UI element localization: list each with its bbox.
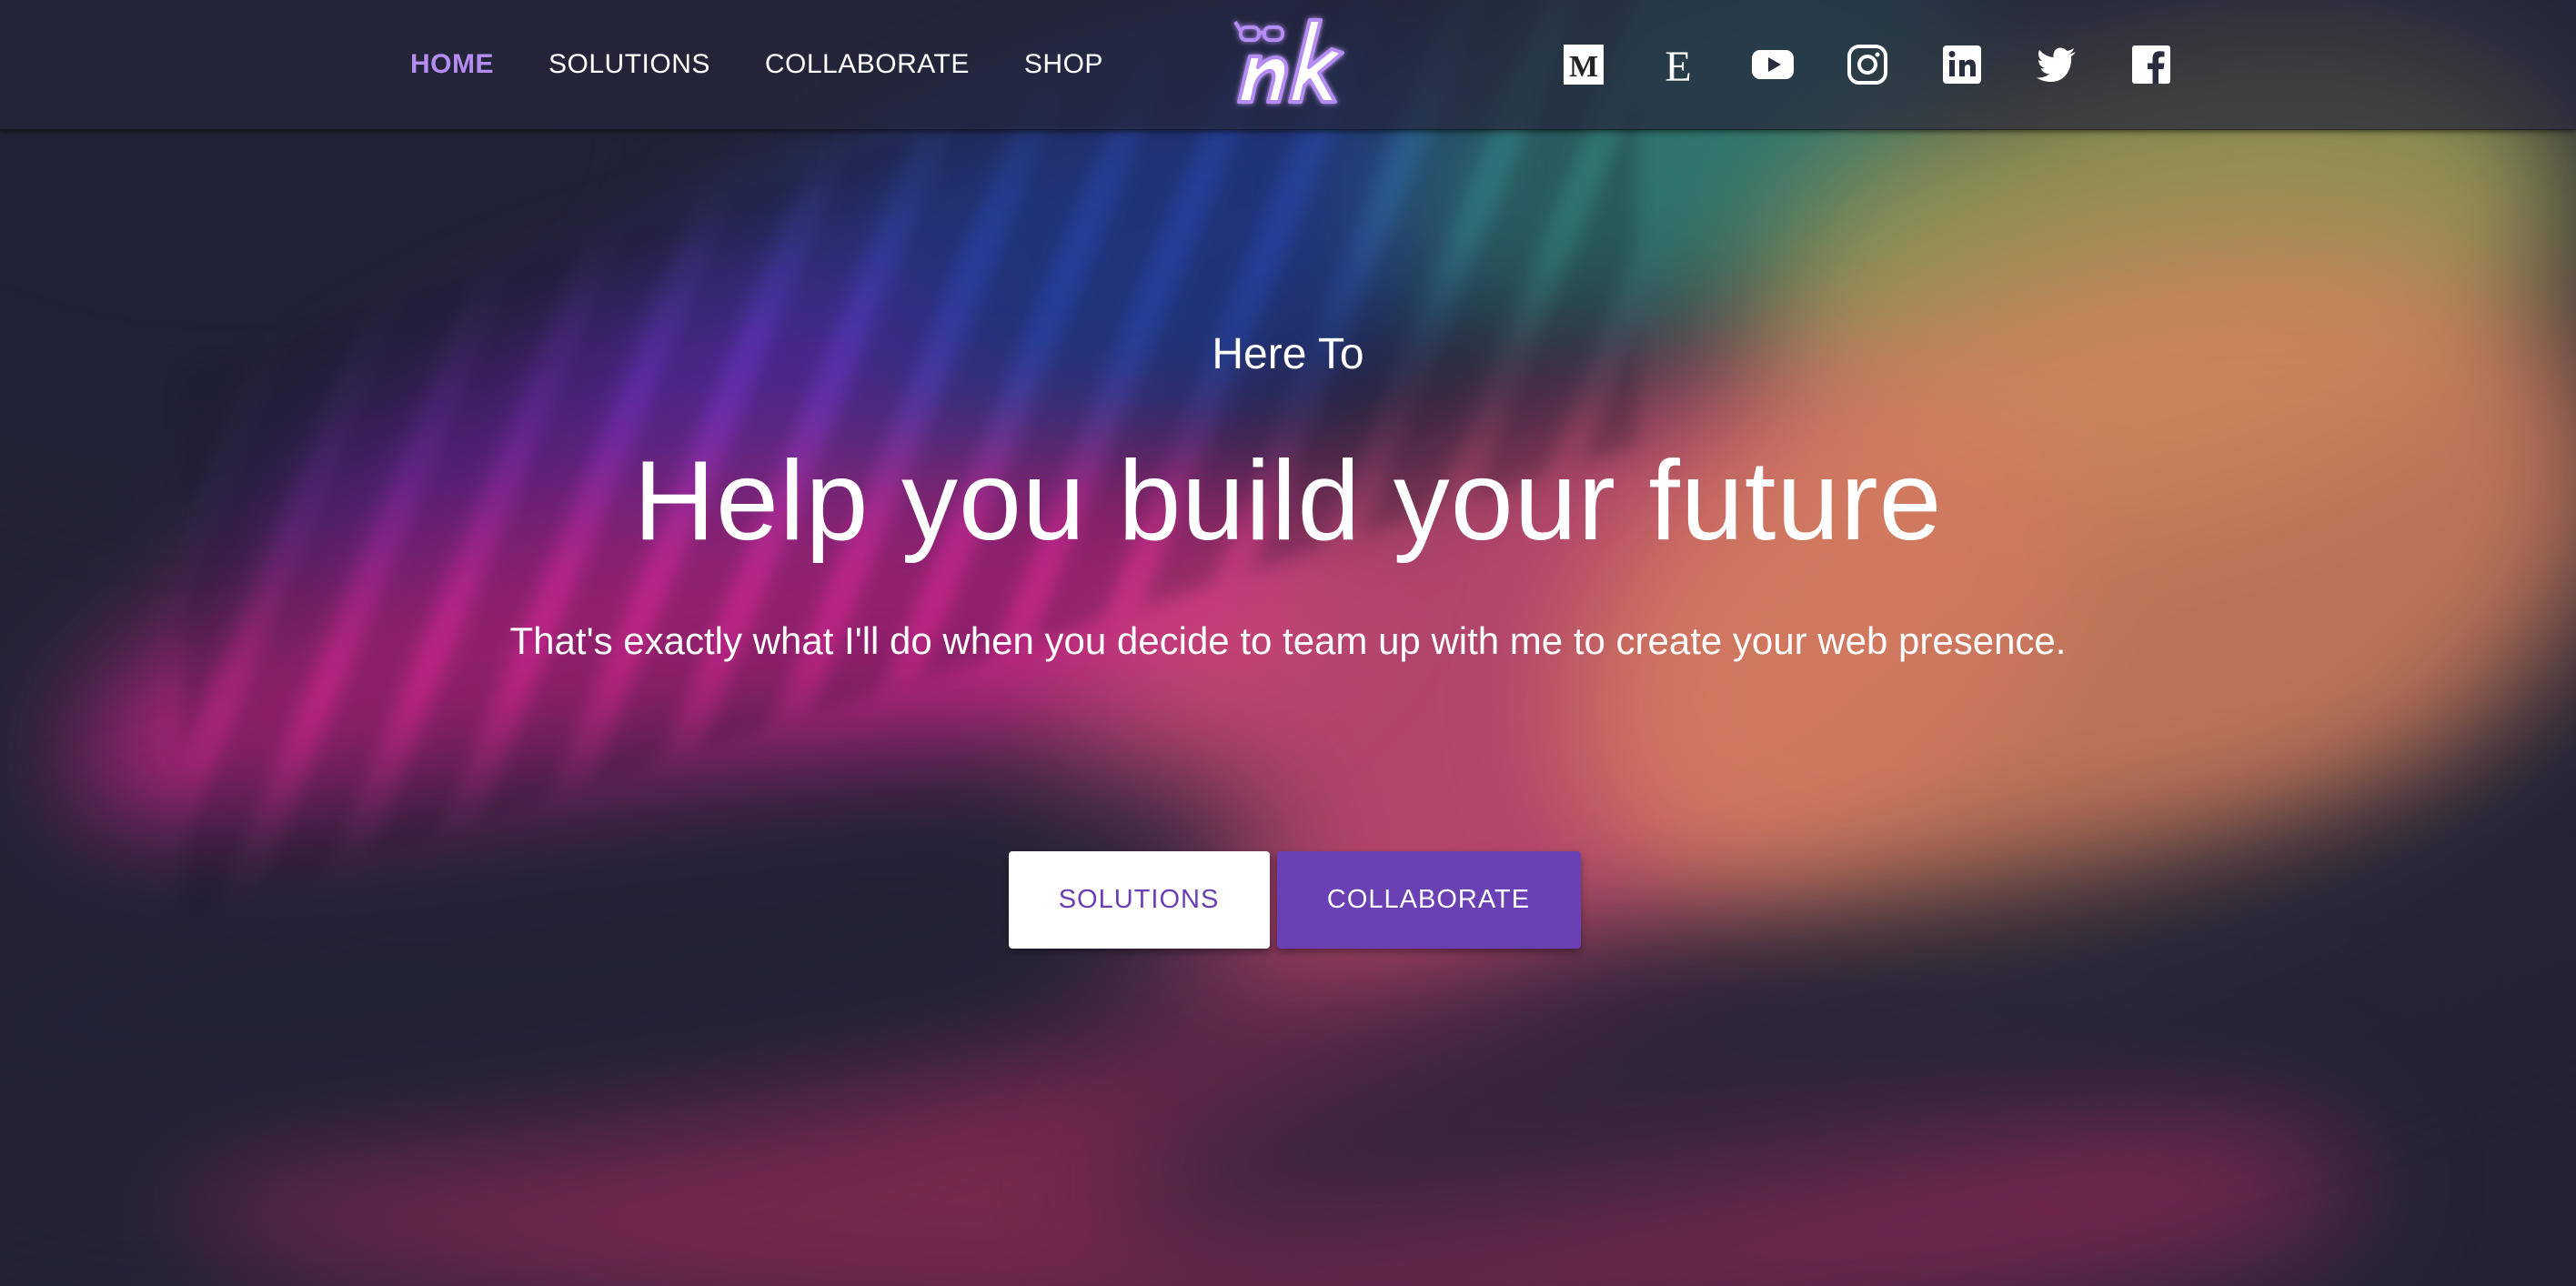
medium-icon[interactable]: M: [1561, 42, 1606, 87]
svg-text:M: M: [1569, 50, 1598, 84]
top-navbar: HOME SOLUTIONS COLLABORATE SHOP M E: [0, 0, 2576, 130]
page: HOME SOLUTIONS COLLABORATE SHOP M E Here…: [0, 0, 2576, 1286]
collaborate-button[interactable]: COLLABORATE: [1276, 851, 1581, 949]
svg-text:E: E: [1665, 43, 1691, 86]
site-logo[interactable]: [1230, 11, 1348, 113]
hero-eyebrow: Here To: [1212, 330, 1364, 378]
etsy-icon[interactable]: E: [1655, 42, 1701, 87]
linkedin-icon[interactable]: [1939, 42, 1985, 87]
instagram-icon[interactable]: [1845, 42, 1890, 87]
solutions-button[interactable]: SOLUTIONS: [1008, 851, 1270, 949]
twitter-icon[interactable]: [2034, 42, 2079, 87]
hero-headline: Help you build your future: [633, 438, 1943, 564]
facebook-icon[interactable]: [2128, 42, 2174, 87]
glasses-icon: [1233, 20, 1284, 42]
nav-solutions-link[interactable]: SOLUTIONS: [548, 49, 710, 80]
youtube-icon[interactable]: [1750, 42, 1796, 87]
nav-shop-link[interactable]: SHOP: [1024, 49, 1103, 80]
hero-cta-group: SOLUTIONS COLLABORATE: [0, 851, 2576, 949]
nav-home-link[interactable]: HOME: [410, 49, 494, 80]
nav-collaborate-link[interactable]: COLLABORATE: [765, 49, 970, 80]
hero-subtitle: That's exactly what I'll do when you dec…: [509, 619, 2067, 662]
social-links: M E: [1561, 0, 2174, 129]
main-nav: HOME SOLUTIONS COLLABORATE SHOP: [410, 0, 1103, 129]
nk-logo-icon: [1233, 18, 1344, 104]
